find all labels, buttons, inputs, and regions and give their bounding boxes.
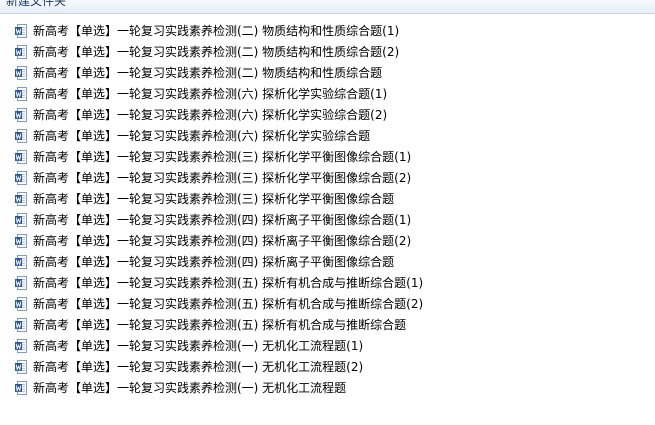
file-name: 新高考【单选】一轮复习实践素养检测(六) 探析化学实验综合题(1): [33, 87, 388, 101]
file-name: 新高考【单选】一轮复习实践素养检测(二) 物质结构和性质综合题(2): [33, 45, 400, 59]
file-name: 新高考【单选】一轮复习实践素养检测(三) 探析化学平衡图像综合题(2): [33, 171, 412, 185]
word-document-icon: [15, 318, 27, 332]
file-list-item[interactable]: 新高考【单选】一轮复习实践素养检测(二) 物质结构和性质综合题(1): [0, 21, 460, 42]
word-document-icon: [15, 66, 27, 80]
file-name: 新高考【单选】一轮复习实践素养检测(五) 探析有机合成与推断综合题(1): [33, 276, 424, 290]
file-name: 新高考【单选】一轮复习实践素养检测(五) 探析有机合成与推断综合题: [33, 318, 407, 332]
file-list: 新高考【单选】一轮复习实践素养检测(二) 物质结构和性质综合题(1) 新高考【单选…: [0, 21, 655, 399]
word-document-icon: [15, 234, 27, 248]
new-folder-button[interactable]: 新建文件夹: [6, 0, 66, 9]
word-document-icon: [15, 213, 27, 227]
word-document-icon: [15, 276, 27, 290]
file-list-item[interactable]: 新高考【单选】一轮复习实践素养检测(六) 探析化学实验综合题: [0, 126, 460, 147]
file-list-item[interactable]: 新高考【单选】一轮复习实践素养检测(五) 探析有机合成与推断综合题(2): [0, 294, 460, 315]
word-document-icon: [15, 192, 27, 206]
file-list-item[interactable]: 新高考【单选】一轮复习实践素养检测(五) 探析有机合成与推断综合题(1): [0, 273, 460, 294]
file-list-item[interactable]: 新高考【单选】一轮复习实践素养检测(四) 探析离子平衡图像综合题(1): [0, 210, 460, 231]
file-name: 新高考【单选】一轮复习实践素养检测(二) 物质结构和性质综合题(1): [33, 24, 400, 38]
word-document-icon: [15, 129, 27, 143]
file-list-item[interactable]: 新高考【单选】一轮复习实践素养检测(一) 无机化工流程题(1): [0, 336, 460, 357]
file-name: 新高考【单选】一轮复习实践素养检测(四) 探析离子平衡图像综合题: [33, 255, 395, 269]
file-list-item[interactable]: 新高考【单选】一轮复习实践素养检测(四) 探析离子平衡图像综合题: [0, 252, 460, 273]
word-document-icon: [15, 381, 27, 395]
word-document-icon: [15, 297, 27, 311]
file-name: 新高考【单选】一轮复习实践素养检测(二) 物质结构和性质综合题: [33, 66, 383, 80]
file-list-item[interactable]: 新高考【单选】一轮复习实践素养检测(二) 物质结构和性质综合题(2): [0, 42, 460, 63]
word-document-icon: [15, 171, 27, 185]
word-document-icon: [15, 87, 27, 101]
file-name: 新高考【单选】一轮复习实践素养检测(一) 无机化工流程题: [33, 381, 347, 395]
explorer-toolbar: 新建文件夹: [0, 0, 655, 14]
file-list-item[interactable]: 新高考【单选】一轮复习实践素养检测(一) 无机化工流程题: [0, 378, 460, 399]
file-name: 新高考【单选】一轮复习实践素养检测(四) 探析离子平衡图像综合题(2): [33, 234, 412, 248]
file-name: 新高考【单选】一轮复习实践素养检测(六) 探析化学实验综合题(2): [33, 108, 388, 122]
file-list-item[interactable]: 新高考【单选】一轮复习实践素养检测(五) 探析有机合成与推断综合题: [0, 315, 460, 336]
file-list-item[interactable]: 新高考【单选】一轮复习实践素养检测(三) 探析化学平衡图像综合题: [0, 189, 460, 210]
word-document-icon: [15, 360, 27, 374]
file-name: 新高考【单选】一轮复习实践素养检测(一) 无机化工流程题(1): [33, 339, 364, 353]
word-document-icon: [15, 150, 27, 164]
file-list-item[interactable]: 新高考【单选】一轮复习实践素养检测(三) 探析化学平衡图像综合题(2): [0, 168, 460, 189]
file-name: 新高考【单选】一轮复习实践素养检测(六) 探析化学实验综合题: [33, 129, 371, 143]
file-name: 新高考【单选】一轮复习实践素养检测(三) 探析化学平衡图像综合题: [33, 192, 395, 206]
file-list-item[interactable]: 新高考【单选】一轮复习实践素养检测(三) 探析化学平衡图像综合题(1): [0, 147, 460, 168]
file-name: 新高考【单选】一轮复习实践素养检测(五) 探析有机合成与推断综合题(2): [33, 297, 424, 311]
file-list-item[interactable]: 新高考【单选】一轮复习实践素养检测(四) 探析离子平衡图像综合题(2): [0, 231, 460, 252]
word-document-icon: [15, 255, 27, 269]
word-document-icon: [15, 45, 27, 59]
file-list-item[interactable]: 新高考【单选】一轮复习实践素养检测(六) 探析化学实验综合题(1): [0, 84, 460, 105]
word-document-icon: [15, 108, 27, 122]
file-list-item[interactable]: 新高考【单选】一轮复习实践素养检测(二) 物质结构和性质综合题: [0, 63, 460, 84]
file-name: 新高考【单选】一轮复习实践素养检测(一) 无机化工流程题(2): [33, 360, 364, 374]
file-name: 新高考【单选】一轮复习实践素养检测(四) 探析离子平衡图像综合题(1): [33, 213, 412, 227]
word-document-icon: [15, 24, 27, 38]
file-name: 新高考【单选】一轮复习实践素养检测(三) 探析化学平衡图像综合题(1): [33, 150, 412, 164]
file-list-item[interactable]: 新高考【单选】一轮复习实践素养检测(一) 无机化工流程题(2): [0, 357, 460, 378]
file-list-item[interactable]: 新高考【单选】一轮复习实践素养检测(六) 探析化学实验综合题(2): [0, 105, 460, 126]
word-document-icon: [15, 339, 27, 353]
